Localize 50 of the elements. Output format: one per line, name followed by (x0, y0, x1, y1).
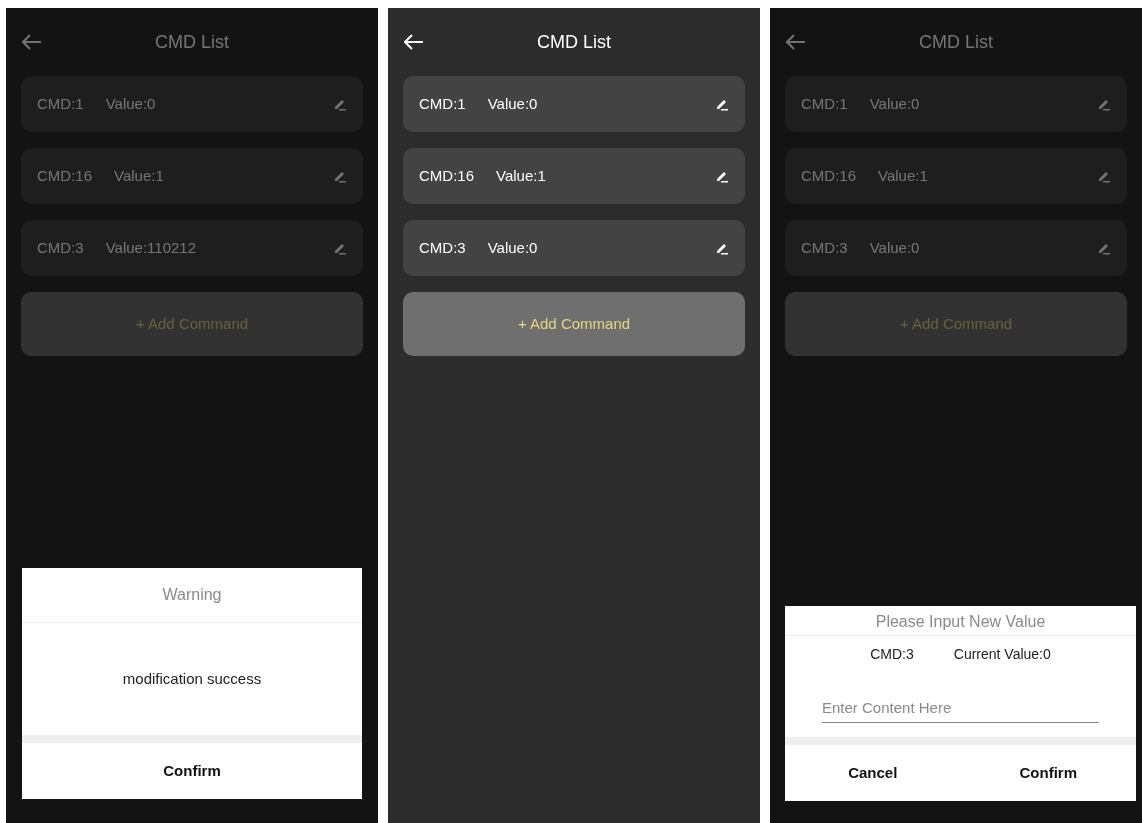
value-label: Value:0 (487, 93, 539, 114)
command-label: CMD:1 (37, 93, 84, 114)
screen-title: CMD List (155, 30, 229, 54)
dialog-title: Warning (22, 568, 362, 623)
value-label: Value:1 (496, 165, 547, 186)
pencil-icon (1097, 169, 1111, 183)
pencil-icon (715, 97, 729, 111)
command-card[interactable]: CMD:1 Value:0 (785, 76, 1127, 132)
command-label: CMD:16 (37, 165, 92, 186)
command-card[interactable]: CMD:16 Value:1 (21, 148, 363, 204)
command-label: CMD:1 (801, 93, 848, 114)
value-label: Value:110212 (105, 237, 198, 258)
command-card[interactable]: CMD:3 Value:110212 (21, 220, 363, 276)
dialog-title: Please Input New Value (785, 608, 1136, 636)
command-card[interactable]: CMD:1 Value:0 (21, 76, 363, 132)
command-label: CMD:3 (801, 237, 848, 258)
value-input-field[interactable]: Enter Content Here (822, 693, 1099, 723)
pencil-icon (333, 97, 347, 111)
value-label: Value:0 (869, 93, 921, 114)
value-label: Value:1 (114, 165, 165, 186)
command-label: CMD:3 (870, 645, 914, 664)
value-label: Value:1 (878, 165, 929, 186)
command-card[interactable]: CMD:16 Value:1 (403, 148, 745, 204)
back-arrow-icon[interactable] (404, 34, 424, 50)
cancel-button[interactable]: Cancel (785, 745, 961, 801)
pencil-icon (715, 169, 729, 183)
confirm-button[interactable]: Confirm (22, 743, 362, 799)
command-label: CMD:3 (419, 237, 466, 258)
command-label: CMD:16 (419, 165, 474, 186)
command-card[interactable]: CMD:16 Value:1 (785, 148, 1127, 204)
add-command-button[interactable]: + Add Command (403, 292, 745, 356)
command-label: CMD:16 (801, 165, 856, 186)
pencil-icon (1097, 241, 1111, 255)
command-label: CMD:1 (419, 93, 466, 114)
command-card[interactable]: CMD:1 Value:0 (403, 76, 745, 132)
current-value-label: Current Value:0 (953, 645, 1051, 664)
command-card[interactable]: CMD:3 Value:0 (785, 220, 1127, 276)
pencil-icon (715, 241, 729, 255)
command-card[interactable]: CMD:3 Value:0 (403, 220, 745, 276)
pencil-icon (333, 169, 347, 183)
dialog-message: modification success (121, 668, 263, 689)
pencil-icon (1097, 97, 1111, 111)
screen-title: CMD List (919, 30, 993, 54)
screen-title: CMD List (537, 30, 611, 54)
value-label: Value:0 (869, 237, 921, 258)
value-label: Value:0 (105, 93, 157, 114)
confirm-button[interactable]: Confirm (960, 745, 1136, 801)
command-label: CMD:3 (37, 237, 84, 258)
value-label: Value:0 (487, 237, 539, 258)
pencil-icon (333, 241, 347, 255)
